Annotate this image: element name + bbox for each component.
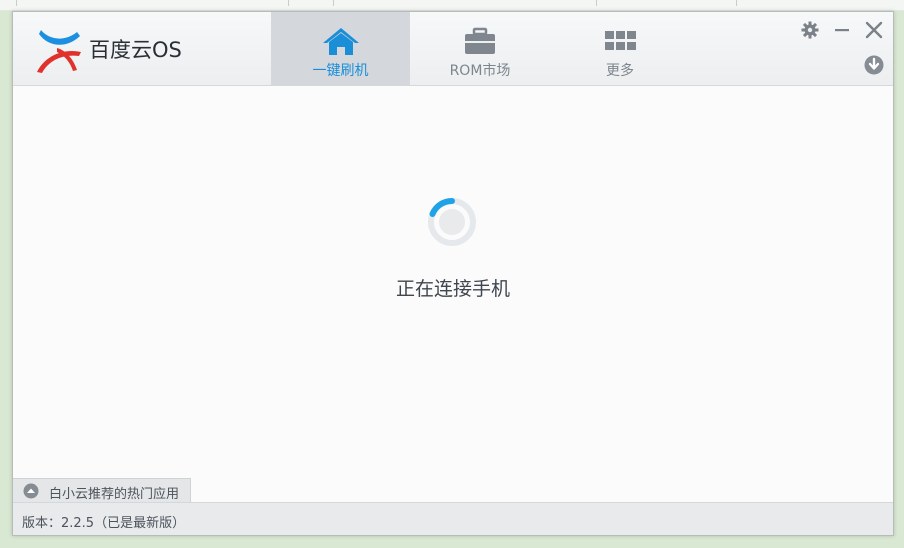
gear-icon[interactable] <box>799 19 821 41</box>
header-bar[interactable]: 百度云OS 一键刷机 ROM市场 更多 <box>13 12 893 86</box>
desktop-background-strip <box>0 0 904 11</box>
download-icon[interactable] <box>863 54 885 76</box>
main-content: 正在连接手机 <box>13 86 893 480</box>
tab-one-click-flash[interactable]: 一键刷机 <box>271 12 410 85</box>
baidu-cloud-logo-icon <box>37 30 81 73</box>
grid-icon <box>605 31 636 50</box>
home-icon <box>322 28 359 55</box>
tab-rom-market[interactable]: ROM市场 <box>410 12 550 85</box>
recommended-apps-label: 白小云推荐的热门应用 <box>49 487 180 502</box>
tab-label: ROM市场 <box>449 63 511 79</box>
tab-label: 更多 <box>606 63 634 79</box>
main-tabs: 一键刷机 ROM市场 更多 <box>271 12 690 85</box>
tab-more[interactable]: 更多 <box>550 12 690 85</box>
brand-title: 百度云OS <box>89 38 182 62</box>
window-controls <box>797 18 887 88</box>
chevron-up-icon <box>23 483 39 499</box>
desktop-tick <box>16 0 17 6</box>
desktop-tick <box>736 0 737 6</box>
tab-label: 一键刷机 <box>312 63 369 79</box>
connection-status-text: 正在连接手机 <box>395 278 510 300</box>
loading-spinner-icon <box>428 197 476 246</box>
close-icon[interactable] <box>863 19 885 41</box>
desktop-tick <box>288 0 289 6</box>
briefcase-icon <box>465 27 495 54</box>
app-window: 百度云OS 一键刷机 ROM市场 更多 正在连接手机 白小云推荐的热门应用 版本… <box>12 11 894 536</box>
desktop-tick <box>596 0 597 6</box>
desktop-tick <box>333 0 334 6</box>
minimize-icon[interactable] <box>831 19 853 41</box>
status-footer: 版本：2.2.5（已是最新版） <box>13 502 893 535</box>
version-text: 版本：2.2.5（已是最新版） <box>22 516 186 531</box>
recommended-apps-toggle[interactable]: 白小云推荐的热门应用 <box>13 478 191 503</box>
